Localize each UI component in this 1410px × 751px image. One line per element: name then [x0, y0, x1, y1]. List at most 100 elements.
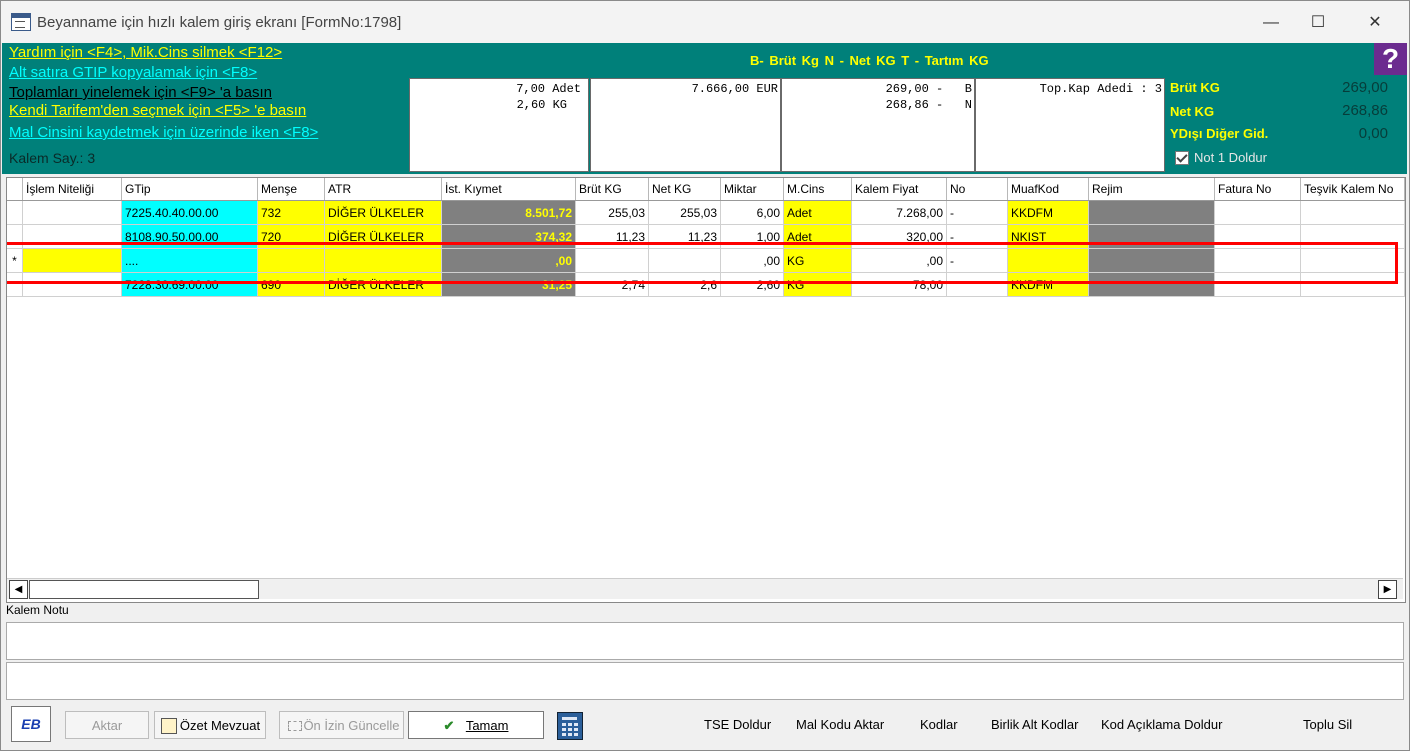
cell-fiyat[interactable]: ,00: [852, 249, 947, 273]
column-header-atr[interactable]: ATR: [325, 178, 442, 200]
not1-label[interactable]: Not 1 Doldur: [1194, 150, 1267, 165]
column-header-islem[interactable]: İşlem Niteliği: [23, 178, 122, 200]
help-hint-f4[interactable]: Yardım için <F4>, Mik.Cins silmek <F12>: [9, 44, 282, 61]
column-header-gtip[interactable]: GTip: [122, 178, 258, 200]
row-selector[interactable]: *: [7, 249, 23, 273]
cell-tesvik[interactable]: [1301, 273, 1405, 297]
column-header-muaf[interactable]: MuafKod: [1008, 178, 1089, 200]
eb-logo-button[interactable]: EB: [11, 706, 51, 742]
cell-mcins[interactable]: KG: [784, 273, 852, 297]
cell-no[interactable]: [947, 273, 1008, 297]
on-izin-guncelle-button[interactable]: Ön İzin Güncelle: [279, 711, 404, 739]
aktar-button[interactable]: Aktar: [65, 711, 149, 739]
cell-tesvik[interactable]: [1301, 225, 1405, 249]
item-note-field-2[interactable]: [6, 662, 1404, 700]
help-hint-f5[interactable]: Kendi Tarifem'den seçmek için <F5> 'e ba…: [9, 102, 306, 119]
cell-net[interactable]: [649, 249, 721, 273]
cell-mense[interactable]: 690: [258, 273, 325, 297]
cell-atr[interactable]: [325, 249, 442, 273]
cell-fatura[interactable]: [1215, 201, 1301, 225]
help-hint-mal-cinsi[interactable]: Mal Cinsini kaydetmek için üzerinde iken…: [9, 124, 318, 141]
kodlar-button[interactable]: Kodlar: [920, 711, 958, 739]
cell-miktar[interactable]: 2,60: [721, 273, 784, 297]
column-header-mense[interactable]: Menşe: [258, 178, 325, 200]
cell-rejim[interactable]: [1089, 273, 1215, 297]
cell-kiymet[interactable]: ,00: [442, 249, 576, 273]
cell-brut[interactable]: 11,23: [576, 225, 649, 249]
not1-checkbox[interactable]: [1175, 151, 1189, 165]
cell-brut[interactable]: 255,03: [576, 201, 649, 225]
cell-kiymet[interactable]: 374,32: [442, 225, 576, 249]
cell-islem[interactable]: [23, 249, 122, 273]
help-hint-gtip-copy[interactable]: Alt satıra GTIP kopyalamak için <F8>: [9, 64, 257, 81]
cell-islem[interactable]: [23, 201, 122, 225]
cell-brut[interactable]: [576, 249, 649, 273]
cell-net[interactable]: 2,6: [649, 273, 721, 297]
cell-islem[interactable]: [23, 225, 122, 249]
column-header-fiyat[interactable]: Kalem Fiyat: [852, 178, 947, 200]
cell-fiyat[interactable]: 7.268,00: [852, 201, 947, 225]
scroll-thumb[interactable]: [29, 580, 259, 599]
cell-fatura[interactable]: [1215, 225, 1301, 249]
column-header-no[interactable]: No: [947, 178, 1008, 200]
table-row[interactable]: *.... ,00,00 KG ,00-: [7, 249, 1405, 273]
cell-mense[interactable]: 720: [258, 225, 325, 249]
column-header-miktar[interactable]: Miktar: [721, 178, 784, 200]
column-header-kiymet[interactable]: İst. Kıymet: [442, 178, 576, 200]
column-header-net[interactable]: Net KG: [649, 178, 721, 200]
minimize-button[interactable]: —: [1249, 7, 1293, 39]
cell-atr[interactable]: DİĞER ÜLKELER: [325, 225, 442, 249]
cell-mcins[interactable]: Adet: [784, 225, 852, 249]
cell-muaf[interactable]: [1008, 249, 1089, 273]
cell-gtip[interactable]: 7228.30.69.00.00: [122, 273, 258, 297]
cell-mcins[interactable]: KG: [784, 249, 852, 273]
calculator-icon[interactable]: [557, 712, 583, 740]
birlik-alt-kodlar-button[interactable]: Birlik Alt Kodlar: [991, 711, 1078, 739]
cell-gtip[interactable]: 8108.90.50.00.00: [122, 225, 258, 249]
cell-mense[interactable]: [258, 249, 325, 273]
close-button[interactable]: ✕: [1353, 7, 1397, 39]
cell-rejim[interactable]: [1089, 249, 1215, 273]
column-header-rejim[interactable]: Rejim: [1089, 178, 1215, 200]
mal-kodu-aktar-button[interactable]: Mal Kodu Aktar: [796, 711, 884, 739]
cell-kiymet[interactable]: 31,25: [442, 273, 576, 297]
cell-miktar[interactable]: 1,00: [721, 225, 784, 249]
item-note-field-1[interactable]: [6, 622, 1404, 660]
kod-aciklama-doldur-button[interactable]: Kod Açıklama Doldur: [1101, 711, 1222, 739]
cell-islem[interactable]: [23, 273, 122, 297]
cell-kiymet[interactable]: 8.501,72: [442, 201, 576, 225]
cell-muaf[interactable]: KKDFM: [1008, 201, 1089, 225]
cell-mcins[interactable]: Adet: [784, 201, 852, 225]
cell-miktar[interactable]: ,00: [721, 249, 784, 273]
cell-fiyat[interactable]: 78,00: [852, 273, 947, 297]
tamam-button[interactable]: ✔ Tamam: [408, 711, 544, 739]
cell-net[interactable]: 255,03: [649, 201, 721, 225]
tse-doldur-button[interactable]: TSE Doldur: [704, 711, 771, 739]
cell-rejim[interactable]: [1089, 201, 1215, 225]
ozet-mevzuat-button[interactable]: Özet Mevzuat: [154, 711, 266, 739]
column-header-tesvik[interactable]: Teşvik Kalem No: [1301, 178, 1405, 200]
scroll-right-icon[interactable]: ▶: [1378, 580, 1397, 599]
cell-atr[interactable]: DİĞER ÜLKELER: [325, 201, 442, 225]
table-row[interactable]: 7228.30.69.00.00 690 DİĞER ÜLKELER 31,25 2,7…: [7, 273, 1405, 297]
items-grid[interactable]: İşlem Niteliği GTip Menşe ATR İst. Kıymet Brü…: [6, 177, 1406, 603]
row-selector[interactable]: [7, 225, 23, 249]
scroll-left-icon[interactable]: ◀: [9, 580, 28, 599]
table-row[interactable]: 8108.90.50.00.00 720 DİĞER ÜLKELER 374,32 11…: [7, 225, 1405, 249]
help-hint-f9[interactable]: Toplamları yinelemek için <F9> 'a basın: [9, 84, 272, 101]
column-header-brut[interactable]: Brüt KG: [576, 178, 649, 200]
cell-tesvik[interactable]: [1301, 249, 1405, 273]
maximize-button[interactable]: ☐: [1296, 7, 1340, 39]
cell-no[interactable]: -: [947, 201, 1008, 225]
cell-brut[interactable]: 2,74: [576, 273, 649, 297]
cell-net[interactable]: 11,23: [649, 225, 721, 249]
row-selector[interactable]: [7, 273, 23, 297]
table-row[interactable]: 7225.40.40.00.00 732 DİĞER ÜLKELER 8.501,72…: [7, 201, 1405, 225]
row-selector[interactable]: [7, 201, 23, 225]
cell-fatura[interactable]: [1215, 273, 1301, 297]
column-header-mcins[interactable]: M.Cins: [784, 178, 852, 200]
cell-gtip[interactable]: ....: [122, 249, 258, 273]
cell-tesvik[interactable]: [1301, 201, 1405, 225]
column-header-fatura[interactable]: Fatura No: [1215, 178, 1301, 200]
horizontal-scrollbar[interactable]: ◀ ▶: [7, 578, 1403, 599]
